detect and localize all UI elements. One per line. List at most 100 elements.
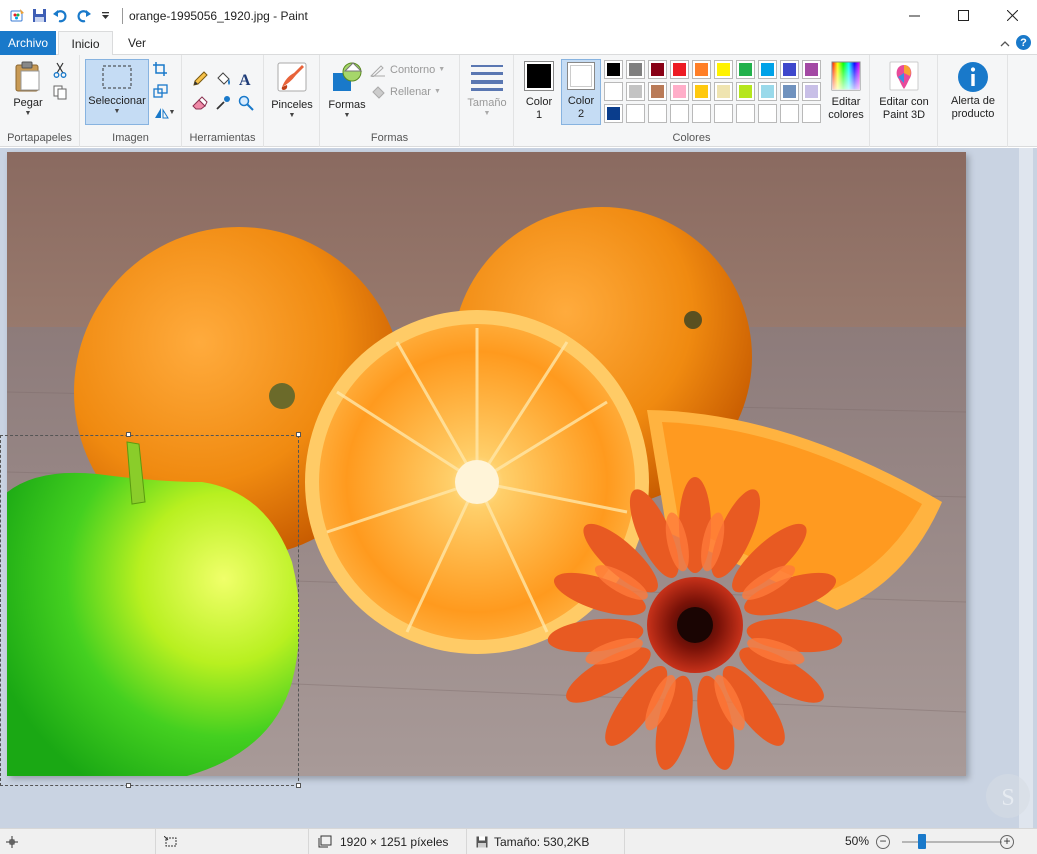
canvas-workspace[interactable]: S [0,148,1037,828]
undo-icon[interactable] [50,5,72,27]
copy-icon[interactable] [50,82,70,102]
palette-swatch-color [805,107,818,120]
brushes-button[interactable]: Pinceles ▼ [270,61,314,120]
pencil-icon[interactable] [190,69,210,89]
edit-colors-button[interactable]: Editar colores [824,61,868,122]
size-button[interactable]: Tamaño ▼ [465,63,509,118]
palette-swatch[interactable] [692,60,711,79]
file-size-text: Tamaño: 530,2KB [494,834,590,849]
crop-icon[interactable] [150,59,170,79]
palette-swatch[interactable] [604,82,623,101]
image-dimensions-segment: 1920 × 1251 píxeles [309,829,467,854]
svg-text:A: A [239,72,251,87]
palette-swatch[interactable] [604,104,623,123]
palette-swatch[interactable] [802,60,821,79]
maximize-button[interactable] [939,0,988,31]
select-button[interactable]: Seleccionar ▼ [85,59,149,125]
palette-swatch-color [783,85,796,98]
palette-swatch[interactable] [758,60,777,79]
color1-button[interactable]: Color 1 [519,59,559,122]
palette-swatch[interactable] [626,82,645,101]
title-separator [122,7,123,24]
palette-swatch[interactable] [780,82,799,101]
palette-swatch-color [673,107,686,120]
palette-swatch[interactable] [736,104,755,123]
palette-swatch[interactable] [714,104,733,123]
group-label-imagen: Imagen [112,132,149,144]
selection-handle-top[interactable] [126,432,131,437]
edit-with-paint3d-button[interactable]: Editar con Paint 3D [872,61,936,122]
palette-swatch[interactable] [648,104,667,123]
rotate-dropdown-button[interactable]: ▼ [150,103,178,123]
status-bar: 1920 × 1251 píxeles Tamaño: 530,2KB 50% … [0,828,1037,854]
help-icon[interactable]: ? [1016,35,1031,50]
resize-icon[interactable] [150,81,170,101]
paint-app-icon[interactable] [6,5,28,27]
zoom-slider-thumb[interactable] [918,834,926,849]
zoom-slider-track[interactable] [902,841,1002,843]
palette-swatch-color [629,85,642,98]
palette-swatch-color [607,85,620,98]
text-tool-icon[interactable]: A [236,69,256,89]
selection-rectangle[interactable] [0,435,299,786]
palette-swatch[interactable] [626,60,645,79]
palette-swatch-color [673,63,686,76]
group-paint3d: Editar con Paint 3D [870,55,938,147]
minimize-button[interactable] [890,0,939,31]
palette-swatch-color [805,63,818,76]
palette-swatch[interactable] [780,60,799,79]
tab-archivo[interactable]: Archivo [0,31,56,55]
palette-swatch[interactable] [670,60,689,79]
palette-swatch[interactable] [670,104,689,123]
group-label-portapapeles: Portapapeles [7,132,72,144]
selection-handle-bottom[interactable] [126,783,131,788]
cut-icon[interactable] [50,60,70,80]
palette-swatch[interactable] [692,82,711,101]
selection-handle-top-right[interactable] [296,432,301,437]
brushes-dropdown-icon: ▼ [288,112,296,119]
fill-bucket-icon[interactable] [213,69,233,89]
save-icon[interactable] [28,5,50,27]
palette-swatch[interactable] [692,104,711,123]
select-dropdown-icon: ▼ [113,108,121,115]
tab-ver[interactable]: Ver [116,31,158,55]
palette-swatch-color [783,63,796,76]
color2-button[interactable]: Color 2 [561,59,601,125]
palette-swatch[interactable] [714,82,733,101]
close-button[interactable] [988,0,1037,31]
product-alert-button[interactable]: Alerta de producto [940,61,1006,121]
palette-swatch[interactable] [648,82,667,101]
palette-swatch[interactable] [648,60,667,79]
palette-swatch[interactable] [780,104,799,123]
customize-toolbar-dropdown-icon[interactable] [94,5,116,27]
paste-button[interactable]: Pegar ▼ [8,61,48,118]
palette-swatch[interactable] [758,82,777,101]
color-palette [604,60,826,126]
palette-swatch[interactable] [736,60,755,79]
tab-inicio[interactable]: Inicio [58,31,113,56]
zoom-in-button[interactable]: + [1000,835,1014,849]
palette-swatch[interactable] [626,104,645,123]
redo-icon[interactable] [72,5,94,27]
palette-swatch[interactable] [802,82,821,101]
palette-swatch[interactable] [670,82,689,101]
palette-swatch[interactable] [714,60,733,79]
palette-swatch[interactable] [604,60,623,79]
palette-swatch[interactable] [758,104,777,123]
magnifier-icon[interactable] [236,93,256,113]
group-portapapeles: Pegar ▼ Portapapeles [0,55,80,147]
group-herramientas: A Herramientas [182,55,264,147]
zoom-out-button[interactable]: − [876,835,890,849]
shapes-button[interactable]: Formas ▼ [326,61,368,120]
palette-swatch[interactable] [736,82,755,101]
color-picker-icon[interactable] [213,93,233,113]
eraser-icon[interactable] [190,93,210,113]
fill-dropdown[interactable]: Rellenar ▼ [370,85,441,99]
group-colores: Color 1 Color 2 Editar colores Colores [514,55,870,147]
group-formas: Formas ▼ Contorno ▼ Rellenar ▼ Formas [320,55,460,147]
title-bar: orange-1995056_1920.jpg - Paint [0,0,1037,31]
selection-handle-bottom-right[interactable] [296,783,301,788]
collapse-ribbon-icon[interactable] [1000,36,1010,50]
outline-dropdown[interactable]: Contorno ▼ [370,63,445,77]
palette-swatch[interactable] [802,104,821,123]
